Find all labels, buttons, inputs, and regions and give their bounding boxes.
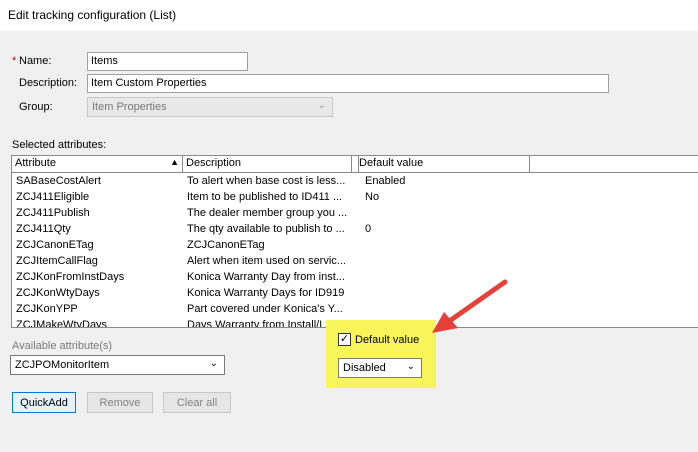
selected-attributes-label: Selected attributes:	[12, 139, 107, 151]
quickadd-button[interactable]: QuickAdd	[12, 392, 76, 413]
checkmark-icon: ✓	[339, 333, 350, 345]
table-cell-desc: Alert when item used on servic...	[187, 255, 346, 267]
clear-all-button[interactable]: Clear all	[163, 392, 231, 413]
description-label: Description:	[19, 77, 78, 89]
group-value: Item Properties	[92, 101, 167, 113]
description-input[interactable]: Item Custom Properties	[87, 74, 609, 93]
table-cell-desc: ZCJCanonETag	[187, 239, 265, 251]
table-cell-desc: Part covered under Konica's Y...	[187, 303, 343, 315]
table-cell-desc: Item to be published to ID411 ...	[187, 191, 343, 203]
title-bar: Edit tracking configuration (List)	[0, 0, 698, 31]
annotation-arrow-icon	[432, 279, 508, 333]
selected-attributes-grid[interactable]: Attribute ▲ Description Default value SA…	[11, 155, 698, 328]
table-row[interactable]: ZCJItemCallFlag Alert when item used on s…	[12, 254, 698, 270]
column-header-default-value[interactable]: Default value	[356, 156, 530, 172]
default-value-checkbox-label: Default value	[355, 334, 420, 346]
table-cell-attr: ZCJMakeWtyDays	[16, 319, 108, 328]
table-cell-attr: ZCJItemCallFlag	[16, 255, 98, 267]
column-header-description-label: Description	[186, 157, 242, 169]
table-cell-def: 0	[365, 223, 372, 235]
window-title: Edit tracking configuration (List)	[8, 8, 177, 22]
table-cell-def: No	[365, 191, 380, 203]
available-attributes-value: ZCJPOMonitorItem	[15, 359, 110, 371]
table-cell-attr: ZCJKonYPP	[16, 303, 78, 315]
chevron-down-icon: ⌄	[209, 358, 218, 369]
name-input[interactable]: Items	[87, 52, 248, 71]
default-value-select-value: Disabled	[343, 362, 386, 374]
table-row[interactable]: ZCJCanonETag ZCJCanonETag	[12, 238, 698, 254]
default-value-select[interactable]: Disabled ⌄	[338, 358, 422, 378]
column-header-attribute[interactable]: Attribute ▲	[12, 156, 183, 172]
table-cell-attr: ZCJ411Publish	[16, 207, 90, 219]
table-row[interactable]: ZCJ411Eligible Item to be published to ID…	[12, 190, 698, 206]
grid-header: Attribute ▲ Description Default value	[12, 156, 698, 173]
table-row[interactable]: ZCJKonFromInstDays Konica Warranty Day fr…	[12, 270, 698, 286]
table-row[interactable]: ZCJ411Qty The qty available to publish to…	[12, 222, 698, 238]
table-cell-attr: ZCJ411Eligible	[16, 191, 90, 203]
table-cell-desc: Days Warranty from Install/La...	[187, 319, 341, 328]
table-row[interactable]: ZCJKonYPP Part covered under Konica's Y..…	[12, 302, 698, 318]
chevron-down-icon: ⌄	[406, 361, 415, 372]
column-header-attribute-label: Attribute	[15, 157, 56, 169]
table-cell-desc: Konica Warranty Days for ID919	[187, 287, 345, 299]
table-cell-attr: ZCJCanonETag	[16, 239, 94, 251]
table-row[interactable]: SABaseCostAlert To alert when base cost i…	[12, 174, 698, 190]
table-cell-attr: ZCJKonWtyDays	[16, 287, 100, 299]
table-cell-attr: SABaseCostAlert	[16, 175, 101, 187]
available-attributes-select[interactable]: ZCJPOMonitorItem ⌄	[10, 355, 225, 375]
name-label: Name:	[19, 55, 52, 67]
table-cell-attr: ZCJKonFromInstDays	[16, 271, 125, 283]
chevron-down-icon: ⌄	[317, 100, 326, 111]
column-header-description[interactable]: Description	[183, 156, 352, 172]
group-label: Group:	[19, 101, 53, 113]
group-select: Item Properties ⌄	[87, 97, 333, 117]
default-value-checkbox[interactable]: ✓	[338, 333, 351, 346]
available-attributes-label: Available attribute(s)	[12, 340, 113, 352]
table-cell-desc: The qty available to publish to ...	[187, 223, 345, 235]
table-row[interactable]: ZCJKonWtyDays Konica Warranty Days for ID…	[12, 286, 698, 302]
column-header-default-value-label: Default value	[359, 157, 424, 169]
table-cell-def: Enabled	[365, 175, 406, 187]
table-cell-desc: To alert when base cost is less...	[187, 175, 346, 187]
remove-button[interactable]: Remove	[87, 392, 153, 413]
required-marker: *	[12, 55, 17, 67]
sort-ascending-icon: ▲	[170, 157, 179, 167]
table-cell-desc: The dealer member group you ...	[187, 207, 347, 219]
table-cell-attr: ZCJ411Qty	[16, 223, 71, 235]
table-row[interactable]: ZCJ411Publish The dealer member group you…	[12, 206, 698, 222]
table-cell-desc: Konica Warranty Day from inst...	[187, 271, 345, 283]
